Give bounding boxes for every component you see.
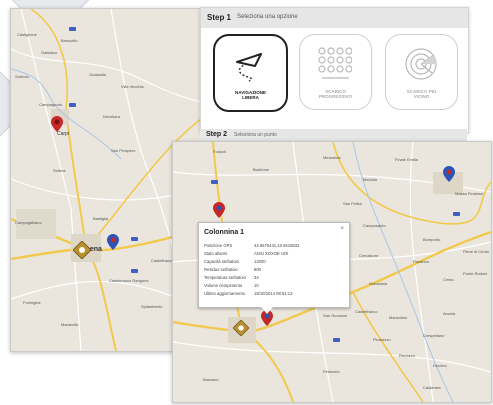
- step1-instruction: Seleziona una opzione: [237, 14, 298, 20]
- popup-row-key: Residuo serbatoio: [204, 267, 238, 272]
- popup-row-key: Ultimo aggiornamento: [204, 291, 245, 296]
- town-label: Villa Vecchia: [121, 84, 144, 89]
- popup-row: Residuo serbatoio 800: [204, 267, 261, 272]
- town-label: Cento: [443, 277, 454, 282]
- town-label: Calderara: [423, 385, 441, 390]
- town-label: Carpi: [57, 131, 69, 137]
- town-label: Renazzo: [399, 353, 415, 358]
- step1-panel: Step 1 Seleziona una opzione NAVIGAZIONE…: [200, 7, 469, 133]
- popup-row-key: Capacità serbatoio: [204, 259, 239, 264]
- popup-row-value: 10: [254, 283, 259, 288]
- map-pin-blue-icon[interactable]: [443, 166, 455, 182]
- popup-row: Volume riempimento 10: [204, 283, 259, 288]
- warehouse-marker-icon[interactable]: [233, 320, 249, 336]
- town-label: Budrione: [253, 167, 270, 172]
- town-label: San Felice: [343, 201, 362, 206]
- town-label: Ponte Rodoni: [463, 271, 488, 276]
- town-label: Maranello: [61, 322, 79, 327]
- map-pin-blue-icon[interactable]: [107, 234, 119, 250]
- town-label: Castiglione: [17, 32, 37, 37]
- step2-number: Step 2: [206, 131, 228, 138]
- step1-header: Step 1 Seleziona una opzione: [201, 8, 468, 28]
- town-label: Brescello: [61, 38, 78, 43]
- step2-header: Step 2 Seleziona un punto: [200, 129, 467, 141]
- town-label: Novellara: [103, 114, 120, 119]
- town-label: San Prospero: [111, 148, 136, 153]
- town-label: Medolla: [363, 177, 378, 182]
- popup-row-value: 34: [254, 275, 259, 280]
- town-label: Crevalcore: [359, 253, 379, 258]
- option-label: PROGRESSIVO: [318, 94, 353, 99]
- town-label: Massa Finalese: [455, 191, 484, 196]
- map-pin-red-icon[interactable]: [213, 202, 225, 218]
- town-label: Pieve di Cento: [463, 249, 490, 254]
- highway-shield: [211, 180, 218, 184]
- close-icon[interactable]: ×: [340, 226, 344, 232]
- radar-icon: [405, 48, 437, 80]
- town-label: Persiceto: [323, 369, 340, 374]
- town-label: Guastalla: [89, 72, 106, 77]
- popup-row: Posizione GPS 44.6570441,10.9415932: [204, 243, 299, 248]
- highway-shield: [131, 237, 138, 241]
- popup-row-value: 18/10/2014 08:51:13: [254, 291, 293, 296]
- option-navigazione-libera[interactable]: NAVIGAZIONE LIBERA: [213, 34, 288, 112]
- town-label: Campagnola: [39, 102, 62, 107]
- town-label: Sorbolo: [15, 74, 29, 79]
- step2-instruction: Seleziona un punto: [234, 132, 277, 138]
- popup-row-value: ANSI XOXOE UOI: [254, 251, 289, 256]
- navigation-arrow-icon: [236, 53, 262, 82]
- info-popup: Colonnina 1 × Posizione GPS 44.6570441,1…: [198, 222, 350, 314]
- town-label: Fossoli: [213, 149, 226, 154]
- town-label: Finale Emilia: [395, 157, 418, 162]
- map-pin-red-icon[interactable]: [51, 116, 63, 132]
- popup-row-key: Temperatura serbatoio: [204, 275, 246, 280]
- popup-row-value: 12000: [254, 259, 266, 264]
- town-label: Nonantola: [369, 281, 388, 286]
- town-label: Anzola: [443, 311, 456, 316]
- popup-row: Ultimo aggiornamento 18/10/2014 08:51:13: [204, 291, 292, 296]
- town-label: Bastiglia: [93, 216, 109, 221]
- highway-shield: [69, 103, 76, 107]
- popup-tail: [261, 307, 273, 314]
- town-label: Castelfranco: [355, 309, 378, 314]
- town-label: Manzolino: [389, 315, 408, 320]
- town-label: Formigine: [23, 300, 41, 305]
- popup-row: Temperatura serbatoio 34: [204, 275, 259, 280]
- step1-number: Step 1: [207, 13, 232, 22]
- option-scarico-piu-vicino[interactable]: SCARICO PIÙ VICINO: [385, 34, 458, 110]
- popup-row-key: Volume riempimento: [204, 283, 243, 288]
- town-label: Castelnuovo Rangone: [109, 278, 149, 283]
- town-label: Gattatico: [41, 50, 58, 55]
- town-label: Campogalliano: [15, 220, 42, 225]
- popup-row-value: 44.6570441,10.9415932: [254, 243, 300, 248]
- town-label: Spilamberto: [141, 304, 163, 309]
- highway-shield: [453, 212, 460, 216]
- popup-title: Colonnina 1: [204, 229, 245, 236]
- highway-shield: [69, 27, 76, 31]
- town-label: Decima: [433, 363, 447, 368]
- town-label: Crespellano: [423, 333, 445, 338]
- town-label: Camposanto: [363, 223, 386, 228]
- town-label: San Giovanni: [323, 313, 348, 318]
- popup-row: Capacità serbatoio 12000: [204, 259, 266, 264]
- town-label: Bazzano: [203, 377, 219, 382]
- town-label: Soliera: [53, 168, 66, 173]
- highway-shield: [333, 338, 340, 342]
- option-scarico-progressivo[interactable]: SCARICO PROGRESSIVO: [299, 34, 372, 110]
- warehouse-marker-icon[interactable]: [73, 241, 91, 259]
- highway-shield: [131, 269, 138, 273]
- town-label: Bomporto: [423, 237, 441, 242]
- option-label: LIBERA: [242, 95, 259, 100]
- popup-row-key: Stato allarmi: [204, 251, 228, 256]
- town-label: Mirandola: [323, 155, 341, 160]
- town-label: Ravarino: [413, 259, 430, 264]
- popup-row-value: 800: [254, 267, 261, 272]
- grid-dots-icon: [318, 47, 352, 79]
- option-label: VICINO: [413, 94, 430, 99]
- town-label: Piumazzo: [373, 337, 391, 342]
- popup-row-key: Posizione GPS: [204, 243, 233, 248]
- popup-row: Stato allarmi ANSI XOXOE UOI: [204, 251, 288, 256]
